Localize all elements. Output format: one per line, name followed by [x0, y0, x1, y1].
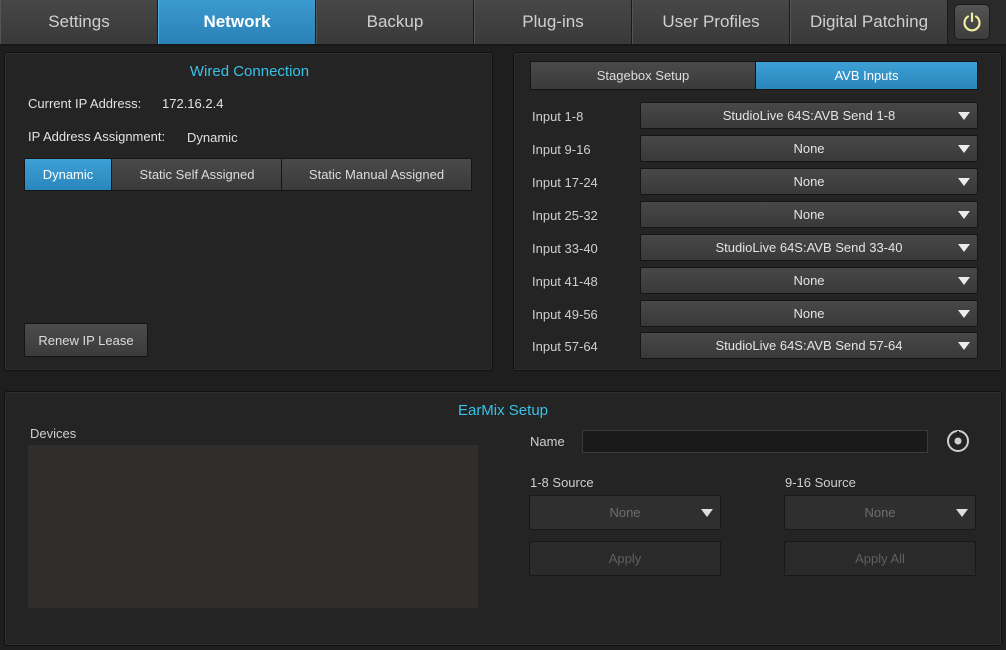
avb-input-dropdown[interactable]: None [640, 168, 978, 195]
tab-user-profiles[interactable]: User Profiles [632, 0, 790, 44]
name-input[interactable] [582, 430, 928, 453]
earmix-title: EarMix Setup [457, 402, 549, 419]
tab-avb-inputs[interactable]: AVB Inputs [755, 61, 978, 90]
source-9-16-dropdown[interactable]: None [784, 495, 976, 530]
dropdown-arrow-icon [956, 509, 968, 517]
avb-input-dropdown[interactable]: StudioLive 64S:AVB Send 1-8 [640, 102, 978, 129]
mode-dynamic-button[interactable]: Dynamic [24, 158, 112, 191]
dropdown-arrow-icon [958, 145, 970, 153]
mode-static-manual-assigned-button[interactable]: Static Manual Assigned [281, 158, 472, 191]
avb-input-dropdown[interactable]: None [640, 300, 978, 327]
avb-input-dropdown[interactable]: None [640, 135, 978, 162]
source-1-8-dropdown[interactable]: None [529, 495, 721, 530]
dropdown-arrow-icon [958, 178, 970, 186]
tab-network[interactable]: Network [158, 0, 316, 44]
avb-input-value: None [793, 273, 825, 288]
avb-input-label: Input 41-48 [532, 274, 598, 289]
devices-list[interactable] [28, 445, 478, 608]
dropdown-arrow-icon [958, 310, 970, 318]
dropdown-arrow-icon [958, 211, 970, 219]
apply-button[interactable]: Apply [529, 541, 721, 576]
avb-input-label: Input 1-8 [532, 109, 584, 124]
dropdown-arrow-icon [958, 244, 970, 252]
avb-input-label: Input 17-24 [532, 175, 598, 190]
avb-input-value: StudioLive 64S:AVB Send 1-8 [722, 108, 896, 123]
dropdown-arrow-icon [701, 509, 713, 517]
avb-input-value: None [793, 141, 825, 156]
name-label: Name [530, 434, 565, 449]
dropdown-arrow-icon [958, 112, 970, 120]
tab-settings[interactable]: Settings [0, 0, 158, 44]
avb-input-dropdown[interactable]: StudioLive 64S:AVB Send 33-40 [640, 234, 978, 261]
power-area [948, 0, 996, 44]
ip-assignment-value: Dynamic [187, 130, 238, 145]
tab-stagebox-setup[interactable]: Stagebox Setup [530, 61, 756, 90]
avb-input-dropdown[interactable]: None [640, 201, 978, 228]
avb-input-dropdown[interactable]: StudioLive 64S:AVB Send 57-64 [640, 332, 978, 359]
avb-input-value: None [793, 306, 825, 321]
wired-connection-title: Wired Connection [189, 63, 310, 80]
avb-input-value: StudioLive 64S:AVB Send 57-64 [715, 338, 903, 353]
wired-connection-panel: Wired Connection Current IP Address: 172… [4, 52, 493, 371]
avb-input-value: None [793, 174, 825, 189]
identify-icon [947, 430, 969, 452]
avb-input-label: Input 25-32 [532, 208, 598, 223]
source-9-16-label: 9-16 Source [785, 475, 856, 490]
tab-plug-ins[interactable]: Plug-ins [474, 0, 632, 44]
devices-label: Devices [30, 426, 77, 441]
tab-digital-patching[interactable]: Digital Patching [790, 0, 948, 44]
avb-input-label: Input 57-64 [532, 339, 598, 354]
avb-input-value: StudioLive 64S:AVB Send 33-40 [715, 240, 903, 255]
avb-input-label: Input 49-56 [532, 307, 598, 322]
current-ip-label: Current IP Address: [28, 96, 142, 111]
avb-input-label: Input 33-40 [532, 241, 598, 256]
main-tab-bar: Settings Network Backup Plug-ins User Pr… [0, 0, 1006, 46]
avb-input-dropdown[interactable]: None [640, 267, 978, 294]
dropdown-arrow-icon [958, 277, 970, 285]
apply-all-button[interactable]: Apply All [784, 541, 976, 576]
mode-static-self-assigned-button[interactable]: Static Self Assigned [111, 158, 283, 191]
power-icon [963, 12, 981, 32]
avb-input-value: None [793, 207, 825, 222]
dropdown-arrow-icon [958, 342, 970, 350]
current-ip-value: 172.16.2.4 [162, 96, 224, 111]
renew-ip-lease-button[interactable]: Renew IP Lease [24, 323, 148, 357]
source-1-8-label: 1-8 Source [530, 475, 594, 490]
avb-input-label: Input 9-16 [532, 142, 591, 157]
identify-button[interactable] [946, 429, 970, 453]
ip-assignment-label: IP Address Assignment: [28, 129, 166, 144]
source-9-16-value: None [864, 505, 896, 520]
power-button[interactable] [954, 4, 990, 40]
tab-backup[interactable]: Backup [316, 0, 474, 44]
source-1-8-value: None [609, 505, 641, 520]
